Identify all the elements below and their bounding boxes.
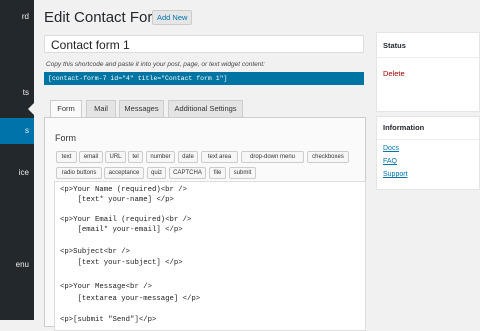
sidebar-item-contact[interactable]: s	[0, 118, 34, 144]
shortcode-field[interactable]: [contact-form-7 id="4" title="Contact fo…	[44, 72, 364, 85]
information-box-title: Information	[383, 123, 425, 132]
tab-form[interactable]: Form	[50, 100, 82, 118]
page-title: Edit Contact Form	[44, 9, 165, 26]
tag-button-date[interactable]: date	[178, 151, 198, 163]
sidebar-item-appearance[interactable]: ice	[0, 160, 34, 186]
form-title-input[interactable]: Contact form 1	[44, 35, 364, 53]
code-line: [textarea your-message] </p>	[60, 295, 201, 303]
tab-additional-settings[interactable]: Additional Settings	[168, 100, 243, 117]
tag-button-number[interactable]: number	[146, 151, 175, 163]
status-box-title: Status	[383, 41, 406, 50]
tag-button-drop-down-menu[interactable]: drop-down menu	[241, 151, 304, 163]
admin-sidebar: rd ts s ice enu	[0, 0, 34, 320]
information-divider	[377, 139, 479, 140]
status-divider	[377, 57, 479, 58]
tag-button-captcha[interactable]: CAPTCHA	[169, 167, 206, 179]
tag-button-radio-buttons[interactable]: radio buttons	[56, 167, 102, 179]
code-line: <p>Your Name (required)<br />	[60, 186, 187, 194]
code-line: <p>[submit "Send"]</p>	[60, 316, 157, 324]
tag-button-acceptance[interactable]: acceptance	[104, 167, 144, 179]
tag-button-checkboxes[interactable]: checkboxes	[307, 151, 349, 163]
docs-link[interactable]: Docs	[383, 145, 399, 152]
code-line: [text* your-name] </p>	[60, 196, 174, 204]
add-new-button[interactable]: Add New	[152, 10, 193, 25]
tag-button-email[interactable]: email	[79, 151, 103, 163]
tab-mail[interactable]: Mail	[86, 100, 116, 117]
sidebar-item-collapse-menu[interactable]: enu	[0, 252, 34, 278]
tag-button-submit[interactable]: submit	[229, 167, 256, 179]
support-link[interactable]: Support	[383, 171, 408, 178]
panel-title: Form	[55, 133, 76, 143]
tag-button-text-area[interactable]: text area	[201, 151, 238, 163]
code-line: <p>Subject<br />	[60, 248, 131, 256]
faq-link[interactable]: FAQ	[383, 158, 397, 165]
tag-button-tel[interactable]: tel	[128, 151, 143, 163]
tag-button-url[interactable]: URL	[105, 151, 126, 163]
tag-button-text[interactable]: text	[56, 151, 77, 163]
sidebar-item-dashboard[interactable]: rd	[0, 4, 34, 30]
status-box: Status Delete	[376, 32, 480, 112]
form-panel: Form text email URL tel number date text…	[44, 117, 366, 331]
code-line: [text your-subject] </p>	[60, 259, 183, 267]
tab-messages[interactable]: Messages	[119, 100, 164, 117]
tag-button-file[interactable]: file	[209, 167, 226, 179]
main-content: Edit Contact Form Add New Contact form 1…	[34, 0, 480, 331]
code-line: <p>Your Email (required)<br />	[60, 216, 192, 224]
code-line: <p>Your Message<br />	[60, 283, 152, 291]
form-code-editor[interactable]: <p>Your Name (required)<br /> [text* you…	[54, 181, 366, 331]
information-box: Information Docs FAQ Support	[376, 116, 480, 190]
code-line: [email* your-email] </p>	[60, 226, 183, 234]
shortcode-hint: Copy this shortcode and paste it into yo…	[46, 61, 265, 68]
tag-button-quiz[interactable]: quiz	[147, 167, 166, 179]
delete-link[interactable]: Delete	[383, 69, 405, 78]
